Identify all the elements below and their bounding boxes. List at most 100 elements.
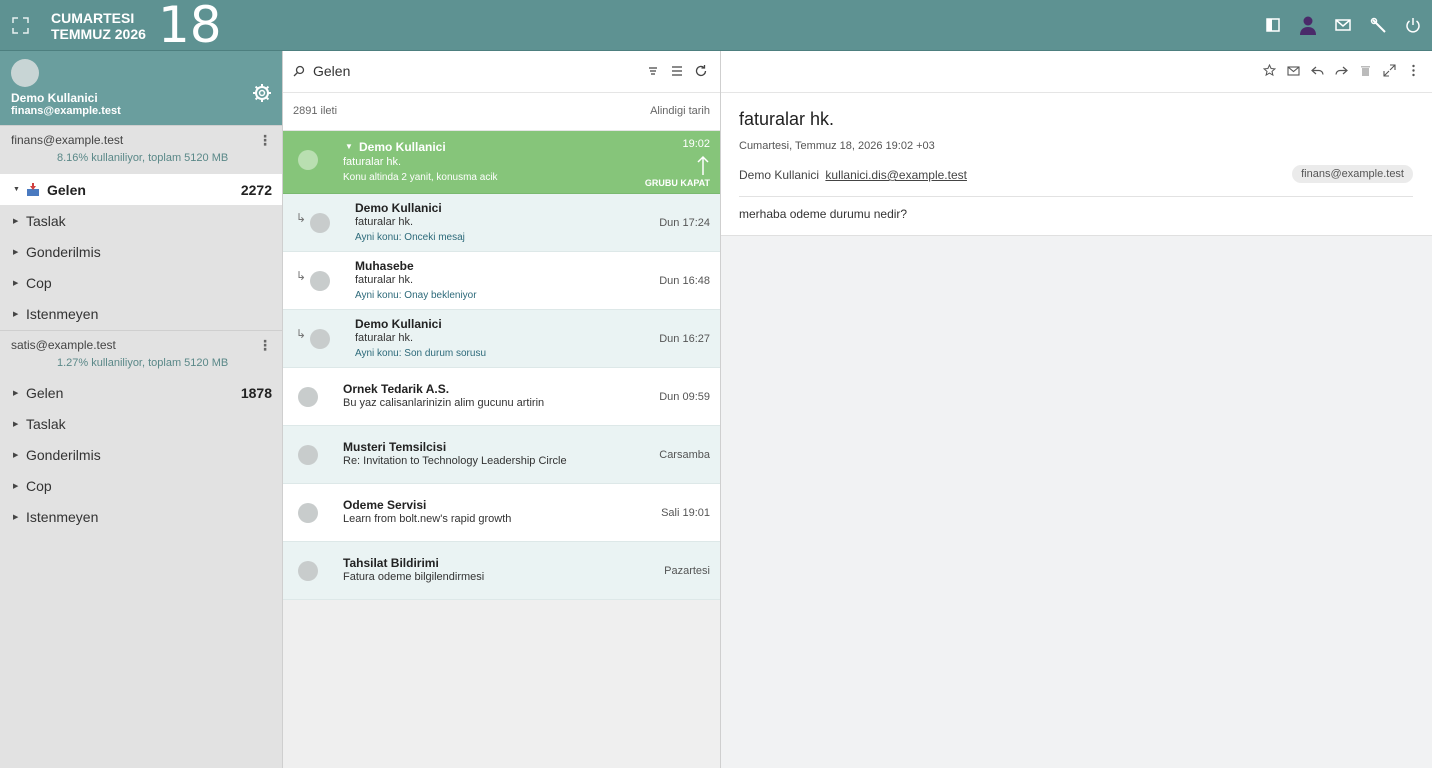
folder-gelen[interactable]: ▶ Gelen 1878 [0, 377, 282, 408]
forward-icon[interactable] [1335, 64, 1348, 77]
thread-note: Ayni konu: Onay bekleniyor [355, 290, 477, 301]
timestamp: Pazartesi [664, 565, 710, 577]
timestamp: Dun 16:48 [659, 275, 710, 287]
filter-icon[interactable] [646, 64, 660, 78]
trash-icon[interactable] [1359, 64, 1372, 77]
account-email: satis@example.test [11, 338, 116, 352]
user-icon[interactable] [1299, 14, 1317, 36]
avatar[interactable] [11, 59, 39, 87]
list-item[interactable]: ↳ Demo Kullanici faturalar hk. Ayni konu… [283, 194, 720, 252]
folder-istenmeyen[interactable]: ▶ Istenmeyen [0, 298, 282, 329]
message-subject: faturalar hk. [739, 109, 835, 129]
list-info: 2891 ileti Alindigi tarih [283, 93, 720, 131]
top-toolbar [1264, 14, 1422, 36]
triangle-right-icon[interactable]: ▶ [13, 482, 21, 490]
list-item-selected[interactable]: ▼ Demo Kullanici faturalar hk. Konu alti… [283, 131, 720, 194]
triangle-right-icon[interactable]: ▶ [13, 279, 21, 287]
arrow-up-icon[interactable] [697, 155, 709, 175]
avatar[interactable] [310, 213, 330, 233]
avatar[interactable] [298, 561, 318, 581]
reply-branch-icon: ↳ [296, 269, 307, 283]
folder-gelen[interactable]: ▼ Gelen 2272 [0, 174, 282, 205]
sort-selector[interactable]: Alindigi tarih [650, 105, 710, 117]
folder-istenmeyen[interactable]: ▶ Istenmeyen [0, 501, 282, 532]
reader-toolbar [721, 51, 1432, 93]
inbox-icon [27, 182, 39, 196]
folder-label: Taslak [26, 212, 66, 229]
timestamp: Dun 17:24 [659, 217, 710, 229]
folder-gonderilmis[interactable]: ▶ Gonderilmis [0, 236, 282, 267]
expand-icon[interactable] [12, 17, 29, 34]
triangle-right-icon[interactable]: ▶ [13, 420, 21, 428]
sender: Muhasebe [355, 259, 414, 273]
search-bar[interactable]: Gelen [283, 51, 720, 93]
list-item[interactable]: Tahsilat Bildirimi Fatura odeme bilgilen… [283, 542, 720, 600]
timestamp: Dun 09:59 [659, 391, 710, 403]
envelope-icon[interactable] [1287, 64, 1300, 77]
reply-icon[interactable] [1311, 64, 1324, 77]
sender-email-link[interactable]: kullanici.dis@example.test [825, 168, 967, 182]
avatar[interactable] [298, 387, 318, 407]
subject: faturalar hk. [355, 332, 414, 344]
avatar[interactable] [298, 503, 318, 523]
triangle-right-icon[interactable]: ▶ [13, 248, 21, 256]
star-icon[interactable] [1263, 64, 1276, 77]
reply-branch-icon: ↳ [296, 327, 307, 341]
list-item[interactable]: ↳ Muhasebe faturalar hk. Ayni konu: Onay… [283, 252, 720, 310]
list-item[interactable]: ↳ Demo Kullanici faturalar hk. Ayni konu… [283, 310, 720, 368]
folder-cop[interactable]: ▶ Cop [0, 267, 282, 298]
avatar[interactable] [310, 329, 330, 349]
folder-label: Gonderilmis [26, 446, 101, 463]
recipient-badge[interactable]: finans@example.test [1292, 165, 1413, 183]
power-icon[interactable] [1404, 14, 1422, 36]
list-item[interactable]: Odeme Servisi Learn from bolt.new's rapi… [283, 484, 720, 542]
fullscreen-icon[interactable] [1383, 64, 1396, 77]
avatar[interactable] [298, 150, 318, 170]
triangle-right-icon[interactable]: ▶ [13, 310, 21, 318]
account-usage: 8.16% kullaniliyor, toplam 5120 MB [57, 152, 229, 164]
refresh-icon[interactable] [694, 64, 708, 78]
avatar[interactable] [298, 445, 318, 465]
triangle-right-icon[interactable]: ▶ [13, 217, 21, 225]
wrench-icon[interactable] [1369, 14, 1387, 36]
triangle-right-icon[interactable]: ▶ [13, 451, 21, 459]
message-view: faturalar hk. Cumartesi, Temmuz 18, 2026… [721, 93, 1432, 236]
triangle-right-icon[interactable]: ▶ [13, 513, 21, 521]
top-bar: CUMARTESI TEMMUZ 2026 18 [0, 0, 1432, 51]
collapse-group-button[interactable]: GRUBU KAPAT [645, 178, 710, 188]
search-icon[interactable] [293, 65, 305, 77]
more-icon[interactable] [1407, 64, 1420, 77]
folder-taslak[interactable]: ▶ Taslak [0, 408, 282, 439]
triangle-right-icon[interactable]: ▶ [13, 389, 21, 397]
sender: Demo Kullanici [355, 201, 442, 215]
list-view-icon[interactable] [670, 64, 684, 78]
folder-cop[interactable]: ▶ Cop [0, 470, 282, 501]
subject: faturalar hk. [355, 216, 414, 228]
sender: Tahsilat Bildirimi [343, 556, 439, 570]
layout-icon[interactable] [1264, 14, 1282, 36]
list-item[interactable]: Ornek Tedarik A.S. Bu yaz calisanlariniz… [283, 368, 720, 426]
gear-icon[interactable] [252, 83, 272, 103]
more-icon[interactable]: ⋮ [258, 132, 272, 149]
sender: Ornek Tedarik A.S. [343, 382, 450, 396]
account-usage: 1.27% kullaniliyor, toplam 5120 MB [57, 357, 229, 369]
day-number: 18 [158, 0, 222, 54]
message-date: Cumartesi, Temmuz 18, 2026 19:02 +03 [739, 140, 935, 152]
list-item[interactable]: Musteri Temsilcisi Re: Invitation to Tec… [283, 426, 720, 484]
folder-taslak[interactable]: ▶ Taslak [0, 205, 282, 236]
sender: Odeme Servisi [343, 498, 427, 512]
folder-gonderilmis[interactable]: ▶ Gonderilmis [0, 439, 282, 470]
triangle-down-icon[interactable]: ▼ [13, 186, 21, 193]
folder-label: Istenmeyen [26, 305, 99, 322]
avatar[interactable] [310, 271, 330, 291]
triangle-down-icon[interactable]: ▼ [345, 142, 353, 151]
subject: Learn from bolt.new's rapid growth [343, 513, 512, 525]
list-toolbar [646, 64, 708, 78]
thread-note: Ayni konu: Onceki mesaj [355, 232, 465, 243]
more-icon[interactable]: ⋮ [258, 337, 272, 354]
current-folder[interactable]: Gelen [313, 63, 350, 79]
message-count: 2891 ileti [293, 105, 338, 117]
folder-label: Taslak [26, 415, 66, 432]
folder-label: Gonderilmis [26, 243, 101, 260]
mail-icon[interactable] [1334, 14, 1352, 36]
